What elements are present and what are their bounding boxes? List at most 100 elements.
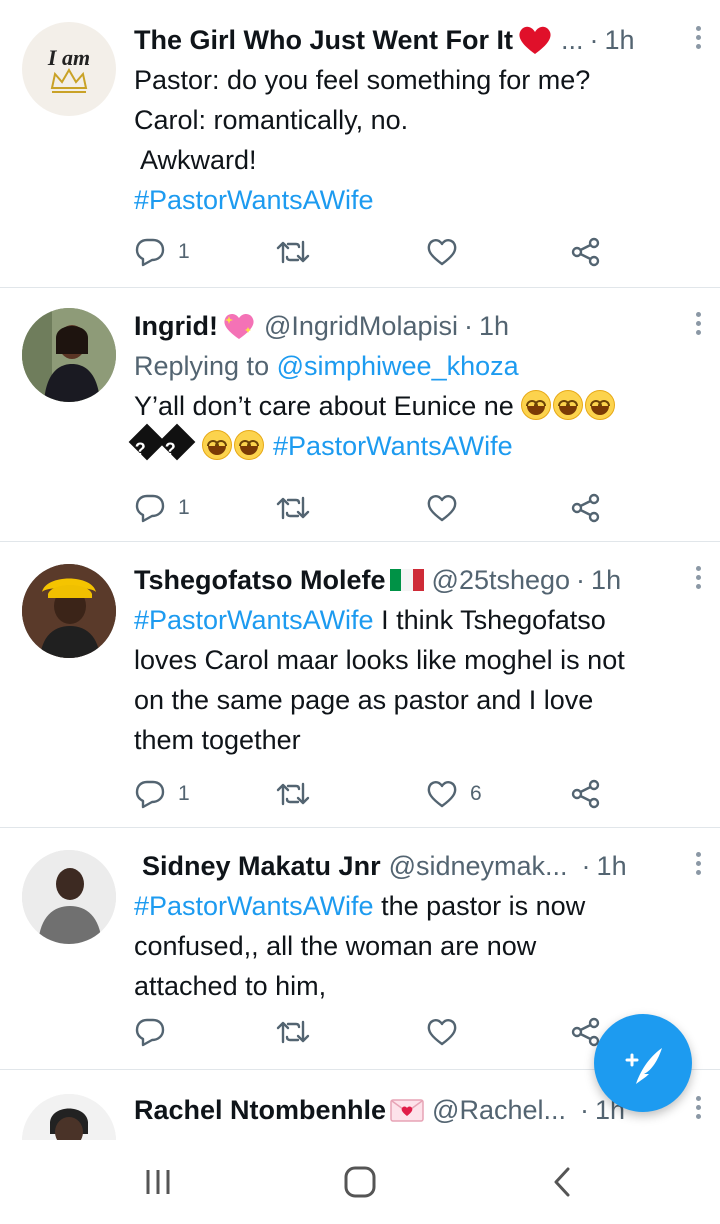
timeline-feed: I am The Girl Who Just Went For It ... ·… — [0, 0, 720, 1140]
timestamp[interactable]: 1h — [479, 311, 509, 342]
reply-button[interactable]: 1 — [134, 488, 190, 528]
like-count: 6 — [470, 782, 482, 805]
more-icon[interactable] — [696, 566, 702, 593]
text-line: Y’all don’t care about Eunice ne — [134, 386, 704, 426]
more-icon[interactable] — [696, 26, 702, 53]
like-button[interactable] — [426, 1012, 458, 1052]
hashtag-link[interactable]: #PastorWantsAWife — [134, 605, 374, 635]
laughing-emoji-icon — [521, 390, 552, 420]
display-name[interactable]: Rachel Ntombenhle — [134, 1095, 386, 1126]
reply-icon — [135, 494, 165, 523]
tweet-actions: 1 — [134, 488, 604, 528]
retweet-button[interactable] — [276, 488, 310, 528]
reply-button[interactable] — [134, 1012, 166, 1052]
timestamp[interactable]: 1h — [597, 851, 627, 882]
retweet-icon — [276, 1020, 310, 1044]
like-button[interactable] — [426, 488, 458, 528]
unknown-glyph-icon: ? — [158, 423, 196, 461]
reply-count: 1 — [178, 782, 190, 805]
retweet-icon — [276, 496, 310, 520]
recent-apps-button[interactable] — [128, 1160, 188, 1204]
handle[interactable]: @Rachel... — [432, 1095, 566, 1126]
replying-to-line: Replying to @simphiwee_khoza — [134, 346, 704, 386]
text-line: #PastorWantsAWife I think Tshegofatso — [134, 600, 704, 640]
share-button[interactable] — [570, 232, 602, 272]
reply-icon — [135, 238, 165, 267]
tweet[interactable]: Ingrid! @IngridMolapisi · 1h Replying to… — [0, 288, 720, 542]
handle[interactable]: @25tshego — [432, 565, 571, 596]
display-name[interactable]: Tshegofatso Molefe — [134, 565, 386, 596]
like-button[interactable] — [426, 232, 458, 272]
tweet-header: The Girl Who Just Went For It ... · 1h — [134, 20, 704, 60]
more-icon[interactable] — [696, 852, 702, 879]
share-button[interactable] — [570, 488, 602, 528]
separator-dot: · — [576, 564, 586, 595]
separator-dot: · — [581, 850, 591, 881]
like-button[interactable]: 6 — [426, 774, 482, 814]
tweet-actions — [134, 1012, 604, 1052]
reply-button[interactable]: 1 — [134, 232, 190, 272]
home-button[interactable] — [330, 1160, 390, 1204]
compose-tweet-button[interactable] — [594, 1014, 692, 1112]
compose-tweet-icon — [625, 1048, 662, 1084]
hashtag-link[interactable]: #PastorWantsAWife — [273, 431, 513, 461]
text-line: confused,, all the woman are now — [134, 931, 537, 961]
hashtag-link[interactable]: #PastorWantsAWife — [134, 891, 374, 921]
avatar[interactable]: I am — [22, 22, 116, 116]
tweet-header: Ingrid! @IngridMolapisi · 1h — [134, 306, 704, 346]
system-navigation-bar — [0, 1140, 720, 1224]
user-photo — [22, 1094, 116, 1140]
tweet[interactable]: I am The Girl Who Just Went For It ... ·… — [0, 0, 720, 288]
mention-link[interactable]: @simphiwee_khoza — [277, 351, 519, 381]
more-icon[interactable] — [696, 1096, 702, 1123]
text-line: attached to him, — [134, 971, 327, 1001]
text-line: Carol: romantically, no. — [134, 105, 409, 135]
user-photo — [22, 850, 116, 944]
text-line: ?? #PastorWantsAWife — [128, 423, 704, 466]
replying-to-label: Replying to — [134, 351, 270, 381]
share-button[interactable] — [570, 774, 602, 814]
laughing-emoji-icon — [585, 390, 616, 420]
retweet-icon — [276, 782, 310, 806]
like-icon — [427, 239, 457, 266]
text-line: them together — [134, 725, 301, 755]
text-line: loves Carol maar looks like moghel is no… — [134, 645, 625, 675]
reply-icon — [135, 1018, 165, 1047]
avatar[interactable] — [22, 850, 116, 944]
back-button[interactable] — [532, 1160, 592, 1204]
more-icon[interactable] — [696, 312, 702, 339]
text-line: #PastorWantsAWife the pastor is now — [134, 886, 704, 926]
display-name[interactable]: Sidney Makatu Jnr — [142, 851, 381, 882]
retweet-button[interactable] — [276, 232, 310, 272]
retweet-button[interactable] — [276, 774, 310, 814]
tweet-text: Pastor: do you feel something for me? Ca… — [134, 60, 704, 220]
display-name[interactable]: The Girl Who Just Went For It — [134, 25, 513, 56]
text-segment: I think Tshegofatso — [373, 605, 606, 635]
tweet-header: Tshegofatso Molefe @25tshego · 1h — [134, 560, 704, 600]
separator-dot: · — [589, 24, 599, 55]
i-am-crown-avatar-image: I am — [47, 45, 90, 93]
display-name[interactable]: Ingrid! — [134, 311, 218, 342]
retweet-button[interactable] — [276, 1012, 310, 1052]
tweet-actions: 1 6 — [134, 774, 604, 814]
avatar[interactable] — [22, 564, 116, 658]
text-line: Awkward! — [134, 145, 257, 175]
share-icon — [571, 493, 600, 523]
handle[interactable]: ... — [561, 25, 584, 56]
handle[interactable]: @IngridMolapisi — [264, 311, 458, 342]
laughing-emoji-icon — [233, 430, 264, 460]
timestamp[interactable]: 1h — [591, 565, 621, 596]
handle[interactable]: @sidneymak... — [389, 851, 568, 882]
tweet-text: Replying to @simphiwee_khoza Y’all don’t… — [128, 346, 704, 466]
reply-button[interactable]: 1 — [134, 774, 190, 814]
share-icon — [571, 237, 600, 267]
timestamp[interactable]: 1h — [605, 25, 635, 56]
share-icon — [571, 779, 600, 809]
tweet[interactable]: Tshegofatso Molefe @25tshego · 1h #Pasto… — [0, 542, 720, 828]
avatar[interactable] — [22, 308, 116, 402]
hashtag-link[interactable]: #PastorWantsAWife — [134, 180, 704, 220]
recent-apps-icon — [146, 1170, 170, 1194]
reply-count: 1 — [178, 496, 190, 519]
avatar[interactable] — [22, 1094, 116, 1140]
like-icon — [427, 781, 457, 808]
